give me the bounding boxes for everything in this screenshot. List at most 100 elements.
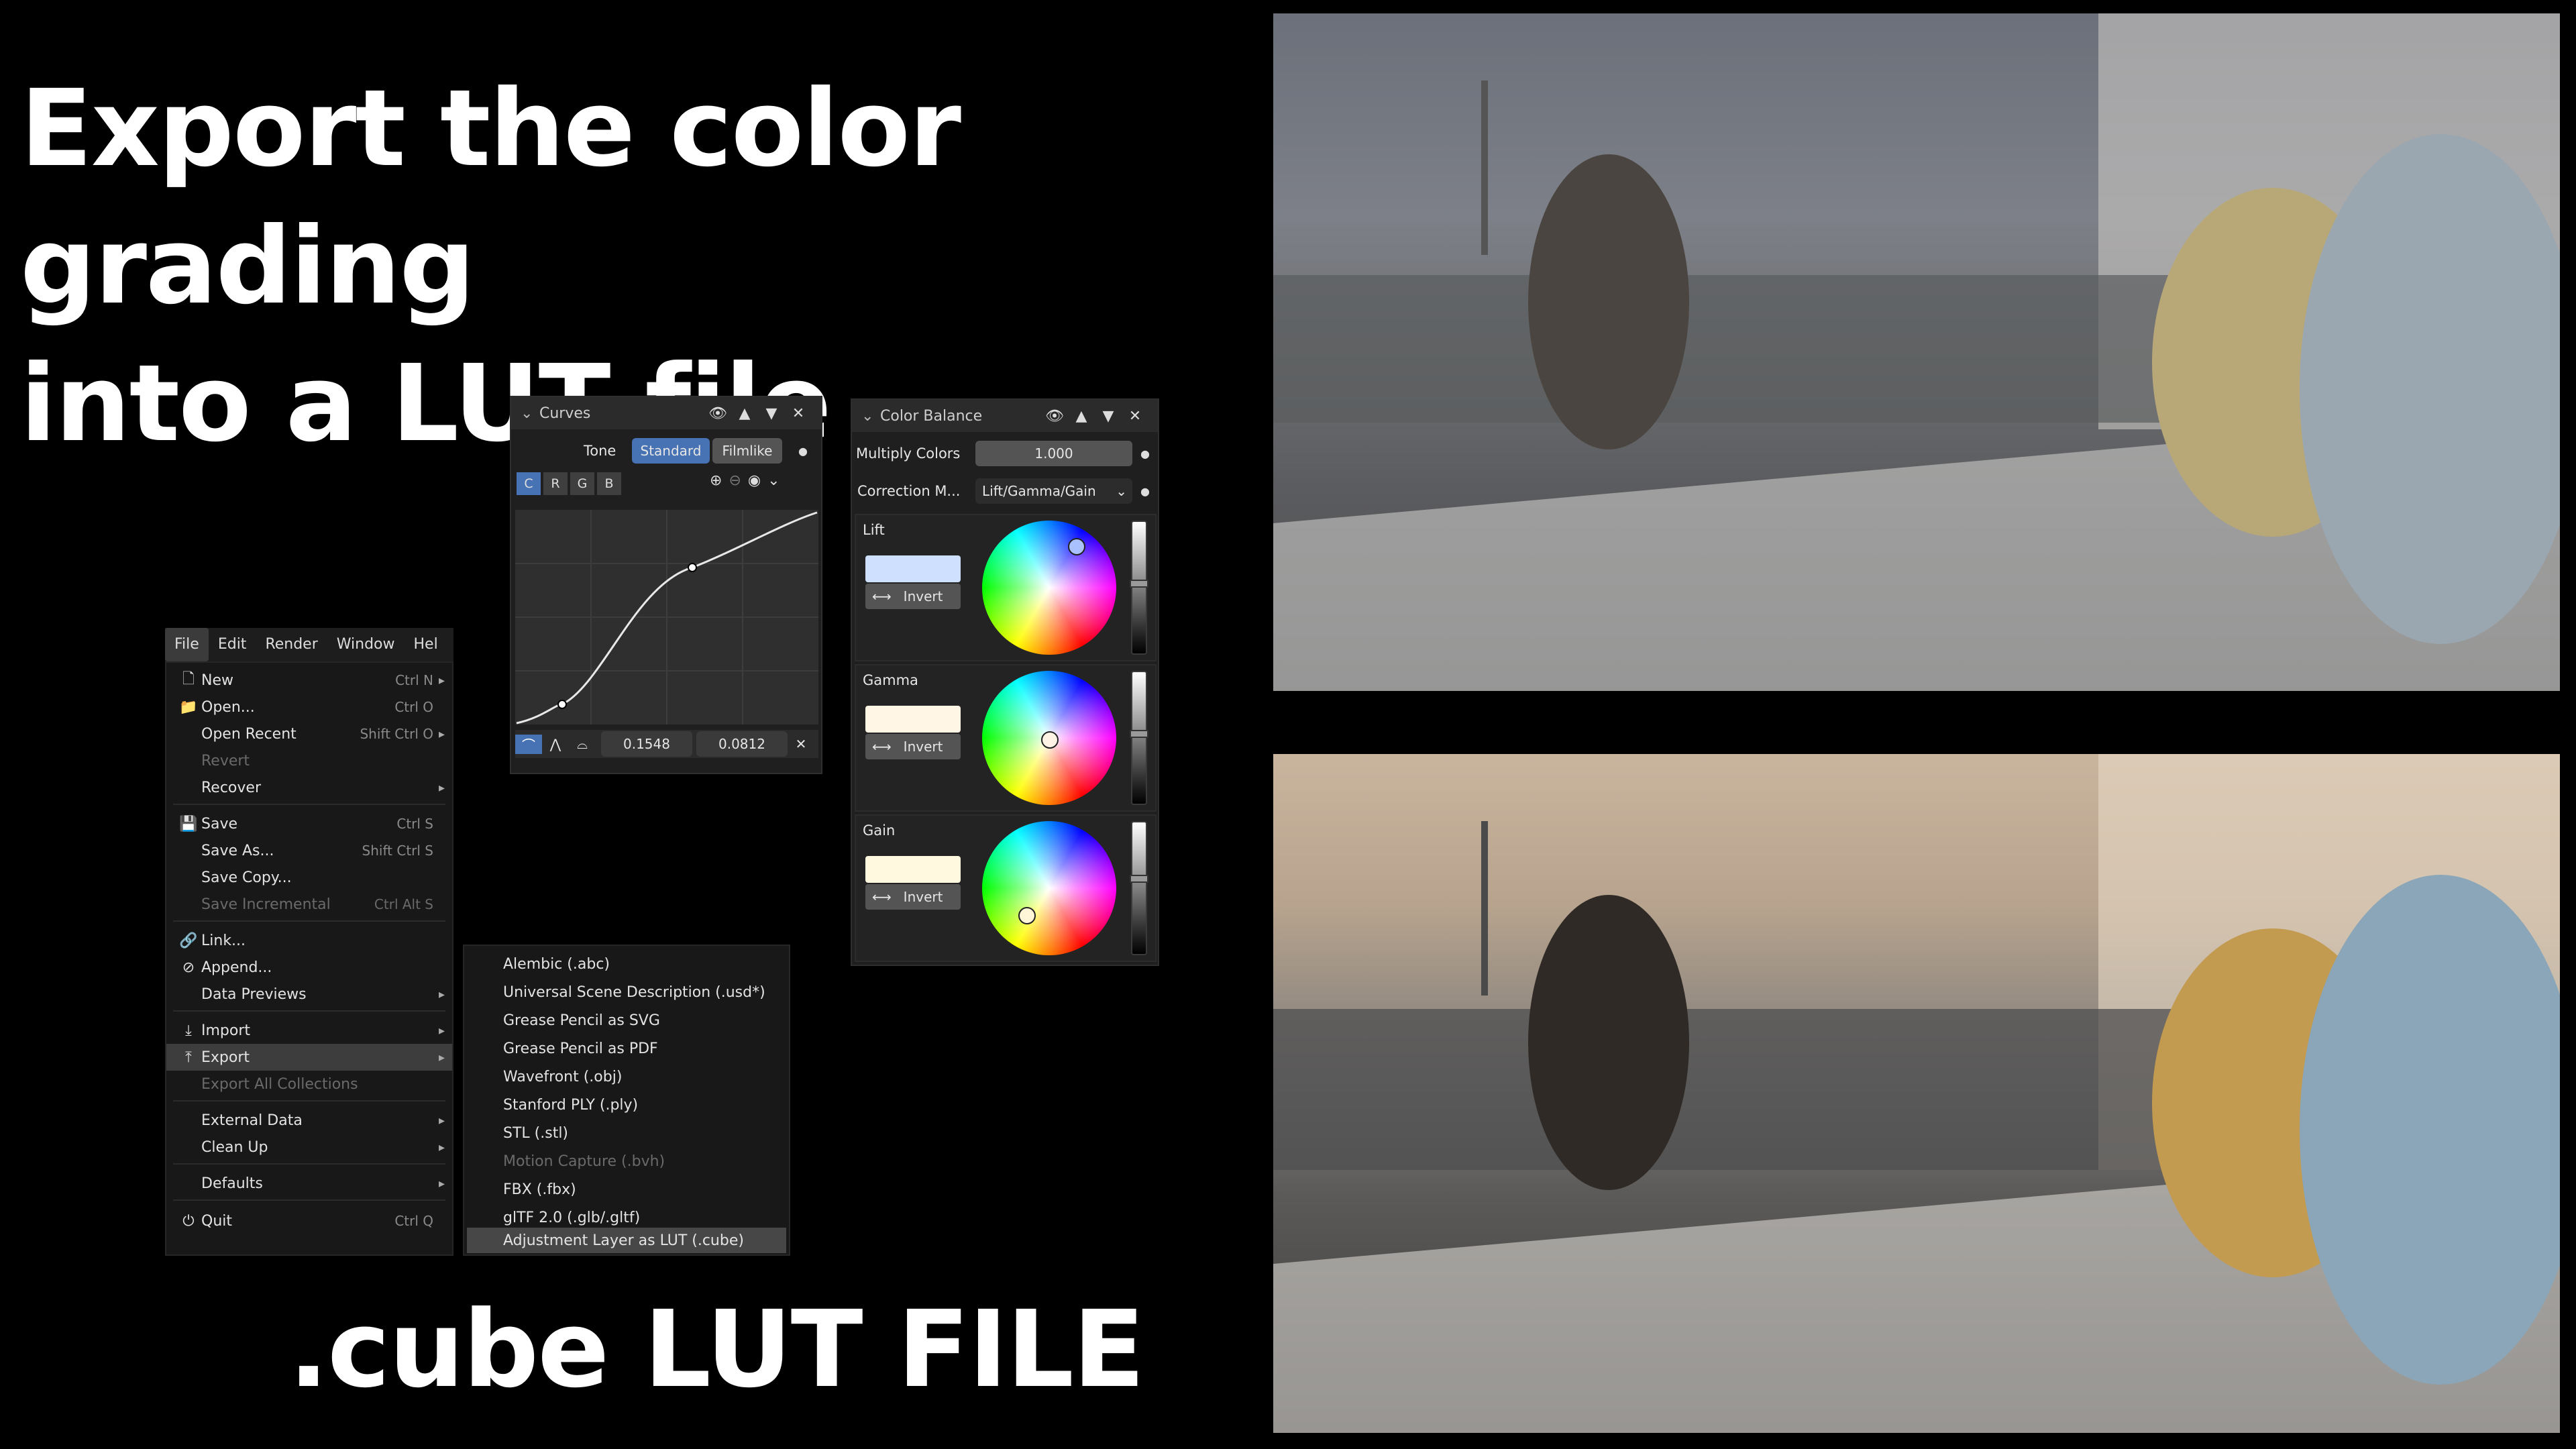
close-icon[interactable]: ✕ [785,405,812,422]
channel-r[interactable]: R [543,472,568,495]
menu-item-open[interactable]: 📁 Open... Ctrl O [166,694,452,720]
export-ply[interactable]: Stanford PLY (.ply) [467,1092,786,1118]
channel-g[interactable]: G [570,472,594,495]
gain-wheel-cursor[interactable] [1018,907,1036,924]
correction-method-select[interactable]: Lift/Gamma/Gain ⌄ [975,478,1132,504]
export-fbx[interactable]: FBX (.fbx) [467,1177,786,1202]
save-icon: 💾 [179,815,198,833]
menu-item-export[interactable]: ⤒ Export ▸ [166,1044,452,1071]
slider-thumb[interactable] [1130,730,1148,738]
export-usd[interactable]: Universal Scene Description (.usd*) [467,979,786,1005]
color-balance-header[interactable]: ⌄ Color Balance 👁 ▲ ▼ ✕ [852,400,1158,432]
menu-item-export-all-collections: Export All Collections [201,1075,358,1093]
channel-b[interactable]: B [597,472,621,495]
menu-item-import[interactable]: ⤓ Import ▸ [166,1017,452,1044]
keyframe-dot-icon[interactable]: ● [1140,485,1150,498]
menu-item-link[interactable]: 🔗 Link... [166,927,452,954]
gamma-swatch[interactable] [865,706,961,733]
menu-item-append[interactable]: ⊘ Append... [166,954,452,981]
delete-point-icon[interactable]: ✕ [788,736,814,752]
menu-item-recover[interactable]: Recover ▸ [166,774,452,801]
curve-point [688,563,697,572]
move-down-icon[interactable]: ▼ [758,405,785,422]
menu-render[interactable]: Render [256,628,327,661]
close-icon[interactable]: ✕ [1122,408,1148,425]
slider-thumb[interactable] [1130,875,1148,883]
export-gltf[interactable]: glTF 2.0 (.glb/.gltf) [467,1205,786,1230]
multiply-colors-field[interactable]: 1.000 [975,441,1132,466]
handle-vector-icon[interactable]: ⋀ [542,736,569,752]
gamma-wheel-cursor[interactable] [1041,731,1059,749]
append-icon: ⊘ [182,959,195,976]
menu-item-save-as[interactable]: Save As... Shift Ctrl S [166,837,452,864]
handle-free-icon[interactable]: ⌓ [569,736,596,752]
power-icon: ⏻ [182,1212,195,1230]
multiply-colors-label: Multiply Colors [856,445,961,462]
menu-item-data-previews[interactable]: Data Previews ▸ [166,981,452,1008]
chevron-down-icon: ⌄ [1116,483,1127,499]
point-y-field[interactable]: 0.0812 [696,731,788,757]
menu-item-defaults[interactable]: Defaults ▸ [166,1170,452,1197]
keyframe-dot-icon[interactable]: ● [1140,447,1150,460]
channel-c[interactable]: C [517,472,541,495]
menu-item-save[interactable]: 💾 Save Ctrl S [166,810,452,837]
lift-color-wheel[interactable] [982,521,1116,655]
menu-edit[interactable]: Edit [209,628,256,661]
tone-filmlike-button[interactable]: Filmlike [712,438,782,464]
export-alembic[interactable]: Alembic (.abc) [467,951,786,977]
eye-icon[interactable]: 👁 [704,405,731,422]
export-gp-svg[interactable]: Grease Pencil as SVG [467,1008,786,1033]
gamma-invert-button[interactable]: ⟷ Invert [865,734,961,759]
gain-color-wheel[interactable] [982,821,1116,955]
menu-item-clean-up[interactable]: Clean Up ▸ [166,1134,452,1161]
keyframe-dot-icon[interactable]: ● [798,445,808,458]
gain-label: Gain [863,822,896,839]
export-gp-pdf[interactable]: Grease Pencil as PDF [467,1036,786,1061]
menu-help[interactable]: Help [405,628,437,661]
menu-window[interactable]: Window [327,628,405,661]
lift-wheel-cursor[interactable] [1068,538,1085,555]
move-up-icon[interactable]: ▲ [1068,408,1095,425]
export-submenu: Alembic (.abc) Universal Scene Descripti… [463,945,790,1256]
zoom-in-icon[interactable]: ⊕ [710,472,722,489]
chevron-down-icon[interactable]: ⌄ [861,408,880,425]
color-balance-panel: ⌄ Color Balance 👁 ▲ ▼ ✕ Multiply Colors … [851,398,1159,966]
gain-swatch[interactable] [865,856,961,883]
menu-item-external-data[interactable]: External Data ▸ [166,1107,452,1134]
export-obj[interactable]: Wavefront (.obj) [467,1064,786,1089]
move-down-icon[interactable]: ▼ [1095,408,1122,425]
move-up-icon[interactable]: ▲ [731,405,758,422]
menu-item-new[interactable]: 🗋 New Ctrl N ▸ [166,667,452,694]
tone-standard-button[interactable]: Standard [632,438,710,464]
export-bvh: Motion Capture (.bvh) [503,1152,665,1170]
menu-item-save-copy[interactable]: Save Copy... [166,864,452,891]
lift-value-slider[interactable] [1130,521,1148,655]
black-white-icon[interactable]: ◉ [748,472,761,489]
dropdown-icon[interactable]: ⌄ [767,472,780,489]
swap-arrows-icon: ⟷ [872,739,892,755]
menu-item-quit[interactable]: ⏻ Quit Ctrl Q [166,1208,452,1234]
curves-panel: ⌄ Curves 👁 ▲ ▼ ✕ Tone Standard Filmlike … [510,396,822,774]
footer-title: .cube LUT FILE [288,1288,1145,1411]
slider-thumb[interactable] [1130,580,1148,588]
export-lut-cube[interactable]: Adjustment Layer as LUT (.cube) [467,1228,786,1253]
menubar: File Edit Render Window Help [165,628,453,661]
point-x-field[interactable]: 0.1548 [601,731,692,757]
chevron-down-icon[interactable]: ⌄ [521,405,539,422]
lift-swatch[interactable] [865,555,961,582]
curve-graph[interactable] [515,510,818,724]
menu-item-open-recent[interactable]: Open Recent Shift Ctrl O ▸ [166,720,452,747]
folder-icon: 📁 [179,698,198,716]
lift-invert-button[interactable]: ⟷ Invert [865,584,961,609]
curves-header[interactable]: ⌄ Curves 👁 ▲ ▼ ✕ [511,397,821,429]
menu-file[interactable]: File [165,628,209,661]
zoom-out-icon[interactable]: ⊖ [729,472,741,489]
gamma-value-slider[interactable] [1130,671,1148,805]
gain-value-slider[interactable] [1130,821,1148,955]
handle-auto-icon[interactable]: ⌒ [515,734,542,754]
import-icon: ⤓ [185,1022,192,1039]
export-stl[interactable]: STL (.stl) [467,1120,786,1146]
eye-icon[interactable]: 👁 [1041,408,1068,425]
invert-label: Invert [903,588,943,604]
gain-invert-button[interactable]: ⟷ Invert [865,884,961,910]
